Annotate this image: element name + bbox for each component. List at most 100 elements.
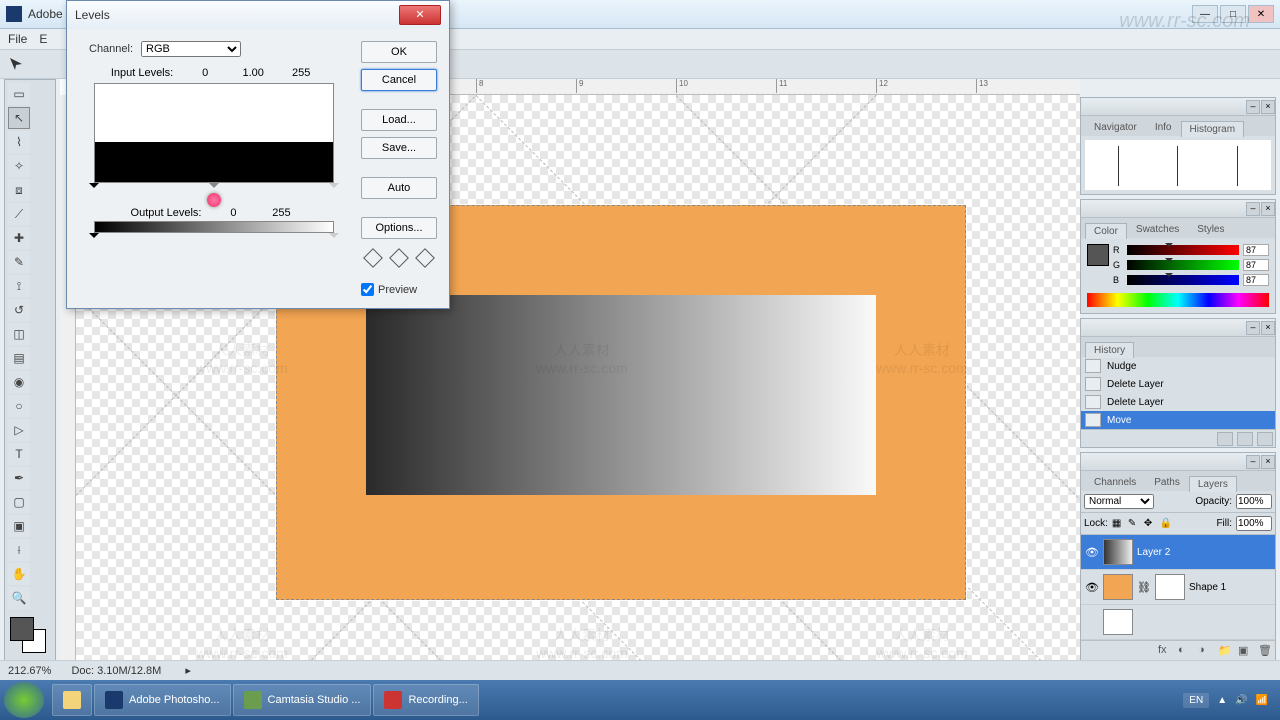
output-black-field[interactable] xyxy=(217,207,249,219)
language-indicator[interactable]: EN xyxy=(1183,693,1209,708)
start-button[interactable] xyxy=(4,682,44,718)
marquee-tool[interactable]: ▭ xyxy=(8,83,30,105)
hand-tool[interactable]: ✋ xyxy=(8,563,30,585)
panel-close-icon[interactable]: × xyxy=(1261,100,1275,114)
color-preview-swatch[interactable] xyxy=(1087,244,1109,266)
color-spectrum[interactable] xyxy=(1087,293,1269,307)
tab-navigator[interactable]: Navigator xyxy=(1085,119,1146,136)
folder-icon[interactable]: 📁 xyxy=(1218,644,1232,658)
menu-file[interactable]: File xyxy=(8,32,27,46)
trash-icon[interactable] xyxy=(1257,432,1273,446)
lock-all-icon[interactable]: 🔒 xyxy=(1160,518,1172,530)
notes-tool[interactable]: ▣ xyxy=(8,515,30,537)
new-doc-icon[interactable] xyxy=(1237,432,1253,446)
eraser-tool[interactable]: ◫ xyxy=(8,323,30,345)
dialog-titlebar[interactable]: Levels ✕ xyxy=(67,1,449,29)
type-tool[interactable]: T xyxy=(8,443,30,465)
window-close-button[interactable]: ✕ xyxy=(1248,5,1274,23)
fill-input[interactable] xyxy=(1236,516,1272,531)
fx-icon[interactable]: fx xyxy=(1158,644,1172,658)
tab-histogram[interactable]: Histogram xyxy=(1181,121,1245,137)
tab-swatches[interactable]: Swatches xyxy=(1127,221,1188,238)
input-sliders[interactable] xyxy=(94,183,334,195)
load-button[interactable]: Load... xyxy=(361,109,437,131)
tab-info[interactable]: Info xyxy=(1146,119,1181,136)
foreground-color[interactable] xyxy=(10,617,34,641)
input-white-field[interactable] xyxy=(285,67,317,79)
channel-select[interactable]: RGB xyxy=(141,41,241,57)
zoom-tool[interactable]: 🔍 xyxy=(8,587,30,609)
visibility-icon[interactable]: 👁 xyxy=(1085,581,1099,594)
lock-image-icon[interactable]: ✎ xyxy=(1128,518,1140,530)
tray-icon[interactable]: 🔊 xyxy=(1235,695,1247,706)
crop-tool[interactable]: ⧈ xyxy=(8,179,30,201)
save-button[interactable]: Save... xyxy=(361,137,437,159)
options-button[interactable]: Options... xyxy=(361,217,437,239)
link-icon[interactable]: ⛓ xyxy=(1137,581,1151,594)
taskbar-item-recording[interactable]: Recording... xyxy=(373,684,478,716)
shape-tool[interactable]: ▢ xyxy=(8,491,30,513)
stamp-tool[interactable]: ⟟ xyxy=(8,275,30,297)
layer-thumbnail[interactable] xyxy=(1103,539,1133,565)
black-point-slider[interactable] xyxy=(89,183,99,193)
tab-paths[interactable]: Paths xyxy=(1145,474,1189,491)
output-sliders[interactable] xyxy=(94,233,334,243)
r-value[interactable]: 87 xyxy=(1243,244,1269,256)
taskbar-item-photoshop[interactable]: Adobe Photosho... xyxy=(94,684,231,716)
tab-history[interactable]: History xyxy=(1085,342,1134,358)
tab-styles[interactable]: Styles xyxy=(1188,221,1233,238)
layer-thumbnail[interactable] xyxy=(1103,574,1133,600)
history-item[interactable]: Nudge xyxy=(1081,357,1275,375)
pen-tool[interactable]: ✒ xyxy=(8,467,30,489)
layer-row[interactable]: 👁 ⛓ Shape 1 xyxy=(1081,570,1275,605)
gradient-tool[interactable]: ▤ xyxy=(8,347,30,369)
output-white-field[interactable] xyxy=(265,207,297,219)
g-slider[interactable] xyxy=(1127,260,1239,270)
panel-min-icon[interactable]: – xyxy=(1246,100,1260,114)
g-value[interactable]: 87 xyxy=(1243,259,1269,271)
panel-min-icon[interactable]: – xyxy=(1246,202,1260,216)
gray-eyedropper-icon[interactable] xyxy=(390,249,408,267)
vector-mask-thumbnail[interactable] xyxy=(1155,574,1185,600)
white-eyedropper-icon[interactable] xyxy=(416,249,434,267)
panel-close-icon[interactable]: × xyxy=(1261,455,1275,469)
visibility-icon[interactable]: 👁 xyxy=(1085,546,1099,559)
panel-min-icon[interactable]: – xyxy=(1246,321,1260,335)
zoom-level[interactable]: 212.67% xyxy=(8,665,51,677)
move-tool[interactable]: ↖ xyxy=(8,107,30,129)
panel-close-icon[interactable]: × xyxy=(1261,202,1275,216)
heal-tool[interactable]: ✚ xyxy=(8,227,30,249)
tab-color[interactable]: Color xyxy=(1085,223,1127,239)
input-gamma-field[interactable] xyxy=(237,67,269,79)
history-brush-tool[interactable]: ↺ xyxy=(8,299,30,321)
blend-mode-select[interactable]: Normal xyxy=(1084,494,1154,509)
r-slider[interactable] xyxy=(1127,245,1239,255)
tray-icon[interactable]: 📶 xyxy=(1256,695,1268,706)
tab-layers[interactable]: Layers xyxy=(1189,476,1237,492)
path-tool[interactable]: ▷ xyxy=(8,419,30,441)
layer-row-selected[interactable]: 👁 Layer 2 xyxy=(1081,535,1275,570)
history-item[interactable]: Delete Layer xyxy=(1081,393,1275,411)
history-item-selected[interactable]: Move xyxy=(1081,411,1275,429)
tray-icon[interactable]: ▲ xyxy=(1217,695,1227,706)
layer-thumbnail[interactable] xyxy=(1103,609,1133,635)
panel-min-icon[interactable]: – xyxy=(1246,455,1260,469)
midtone-slider[interactable] xyxy=(209,183,219,193)
cancel-button[interactable]: Cancel xyxy=(361,69,437,91)
panel-close-icon[interactable]: × xyxy=(1261,321,1275,335)
lasso-tool[interactable]: ⌇ xyxy=(8,131,30,153)
trash-icon[interactable]: 🗑 xyxy=(1258,644,1272,658)
b-value[interactable]: 87 xyxy=(1243,274,1269,286)
color-swatches[interactable] xyxy=(8,615,52,655)
taskbar-item-camtasia[interactable]: Camtasia Studio ... xyxy=(233,684,372,716)
menu-edit[interactable]: E xyxy=(39,32,47,46)
status-arrow-icon[interactable]: ▸ xyxy=(185,664,191,677)
history-item[interactable]: Delete Layer xyxy=(1081,375,1275,393)
brush-tool[interactable]: ✎ xyxy=(8,251,30,273)
wand-tool[interactable]: ✧ xyxy=(8,155,30,177)
adjustment-icon[interactable]: ◑ xyxy=(1198,644,1212,658)
ok-button[interactable]: OK xyxy=(361,41,437,63)
output-black-slider[interactable] xyxy=(89,233,99,243)
dodge-tool[interactable]: ○ xyxy=(8,395,30,417)
lock-position-icon[interactable]: ✥ xyxy=(1144,518,1156,530)
